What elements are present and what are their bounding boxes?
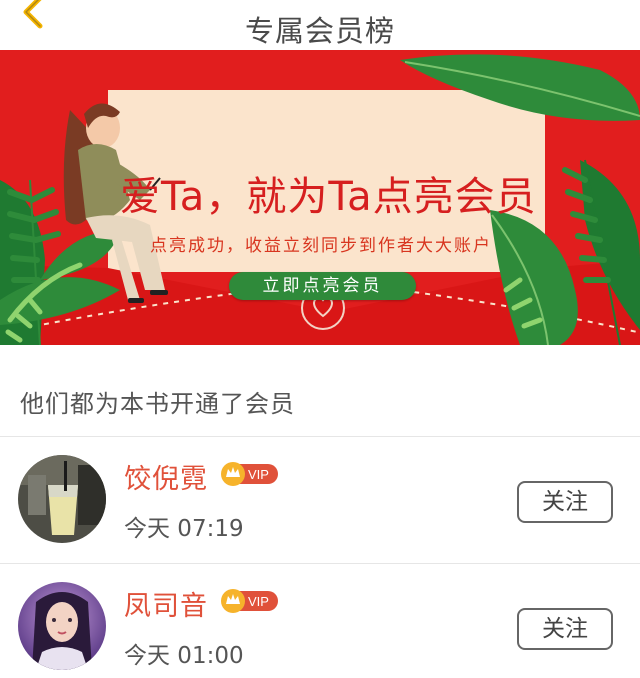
vip-badge: VIP xyxy=(220,461,280,487)
banner-headline: 爱Ta，就为Ta点亮会员 xyxy=(120,174,537,220)
promo-banner[interactable]: 爱Ta，就为Ta点亮会员 点亮成功，收益立刻同步到作者大大账户 立即点亮会员 xyxy=(0,50,640,345)
vip-badge-label: VIP xyxy=(248,594,269,609)
banner-subtitle: 点亮成功，收益立刻同步到作者大大账户 xyxy=(150,236,492,256)
avatar[interactable] xyxy=(18,455,106,543)
avatar-image xyxy=(18,455,106,543)
follow-button[interactable]: 关注 xyxy=(517,608,613,650)
member-row[interactable]: 饺倪霓 VIP 今天 07:19 关注 xyxy=(0,437,640,563)
activate-membership-button[interactable]: 立即点亮会员 xyxy=(229,272,416,300)
top-bar: 专属会员榜 xyxy=(0,0,640,52)
vip-badge-label: VIP xyxy=(248,467,269,482)
member-name[interactable]: 凤司音 xyxy=(124,584,208,623)
member-time: 今天 07:19 xyxy=(124,516,244,542)
avatar[interactable] xyxy=(18,582,106,670)
member-name[interactable]: 饺倪霓 xyxy=(124,457,208,496)
crown-icon: VIP xyxy=(221,589,278,613)
member-time: 今天 01:00 xyxy=(124,643,244,669)
member-row[interactable]: 凤司音 VIP 今天 01:00 关注 xyxy=(0,564,640,678)
vip-badge: VIP xyxy=(220,588,280,614)
avatar-image xyxy=(18,582,106,670)
section-title: 他们都为本书开通了会员 xyxy=(20,390,295,418)
crown-icon: VIP xyxy=(221,462,278,486)
follow-button[interactable]: 关注 xyxy=(517,481,613,523)
page-title: 专属会员榜 xyxy=(244,14,395,48)
